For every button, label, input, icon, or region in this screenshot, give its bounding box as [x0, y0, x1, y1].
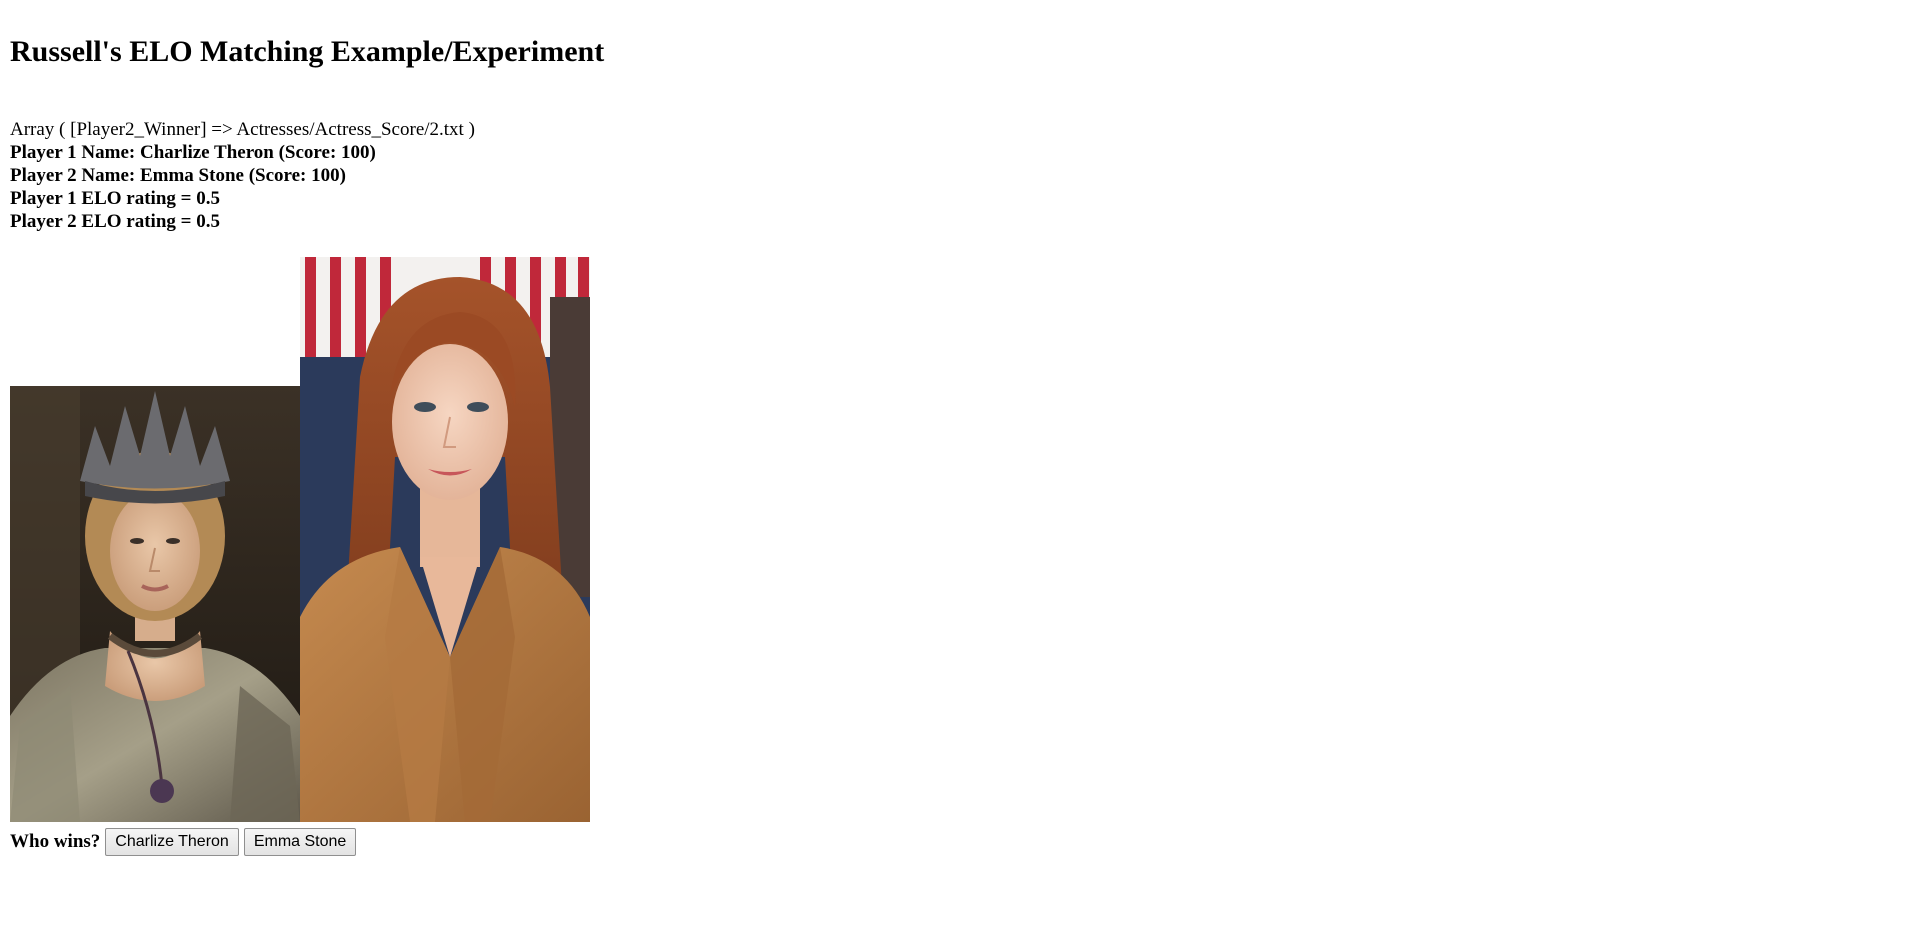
player-1-elo-line: Player 1 ELO rating = 0.5	[10, 188, 220, 209]
debug-array-line: Array ( [Player2_Winner] => Actresses/Ac…	[10, 119, 475, 140]
player-photos	[10, 257, 590, 822]
player-1-photo	[10, 386, 300, 822]
vote-player-1-button[interactable]: Charlize Theron	[105, 828, 239, 856]
vote-player-2-button[interactable]: Emma Stone	[243, 828, 357, 856]
vote-row: Who wins? Charlize Theron Emma Stone	[10, 827, 361, 857]
player-2-name-line: Player 2 Name: Emma Stone (Score: 100)	[10, 165, 346, 186]
page-title: Russell's ELO Matching Example/Experimen…	[10, 35, 605, 68]
who-wins-label: Who wins?	[10, 831, 101, 852]
player-1-name-line: Player 1 Name: Charlize Theron (Score: 1…	[10, 142, 376, 163]
player-2-photo	[300, 257, 590, 822]
page: Russell's ELO Matching Example/Experimen…	[0, 0, 1930, 942]
player-2-elo-line: Player 2 ELO rating = 0.5	[10, 211, 220, 232]
match-info: Array ( [Player2_Winner] => Actresses/Ac…	[10, 118, 475, 233]
